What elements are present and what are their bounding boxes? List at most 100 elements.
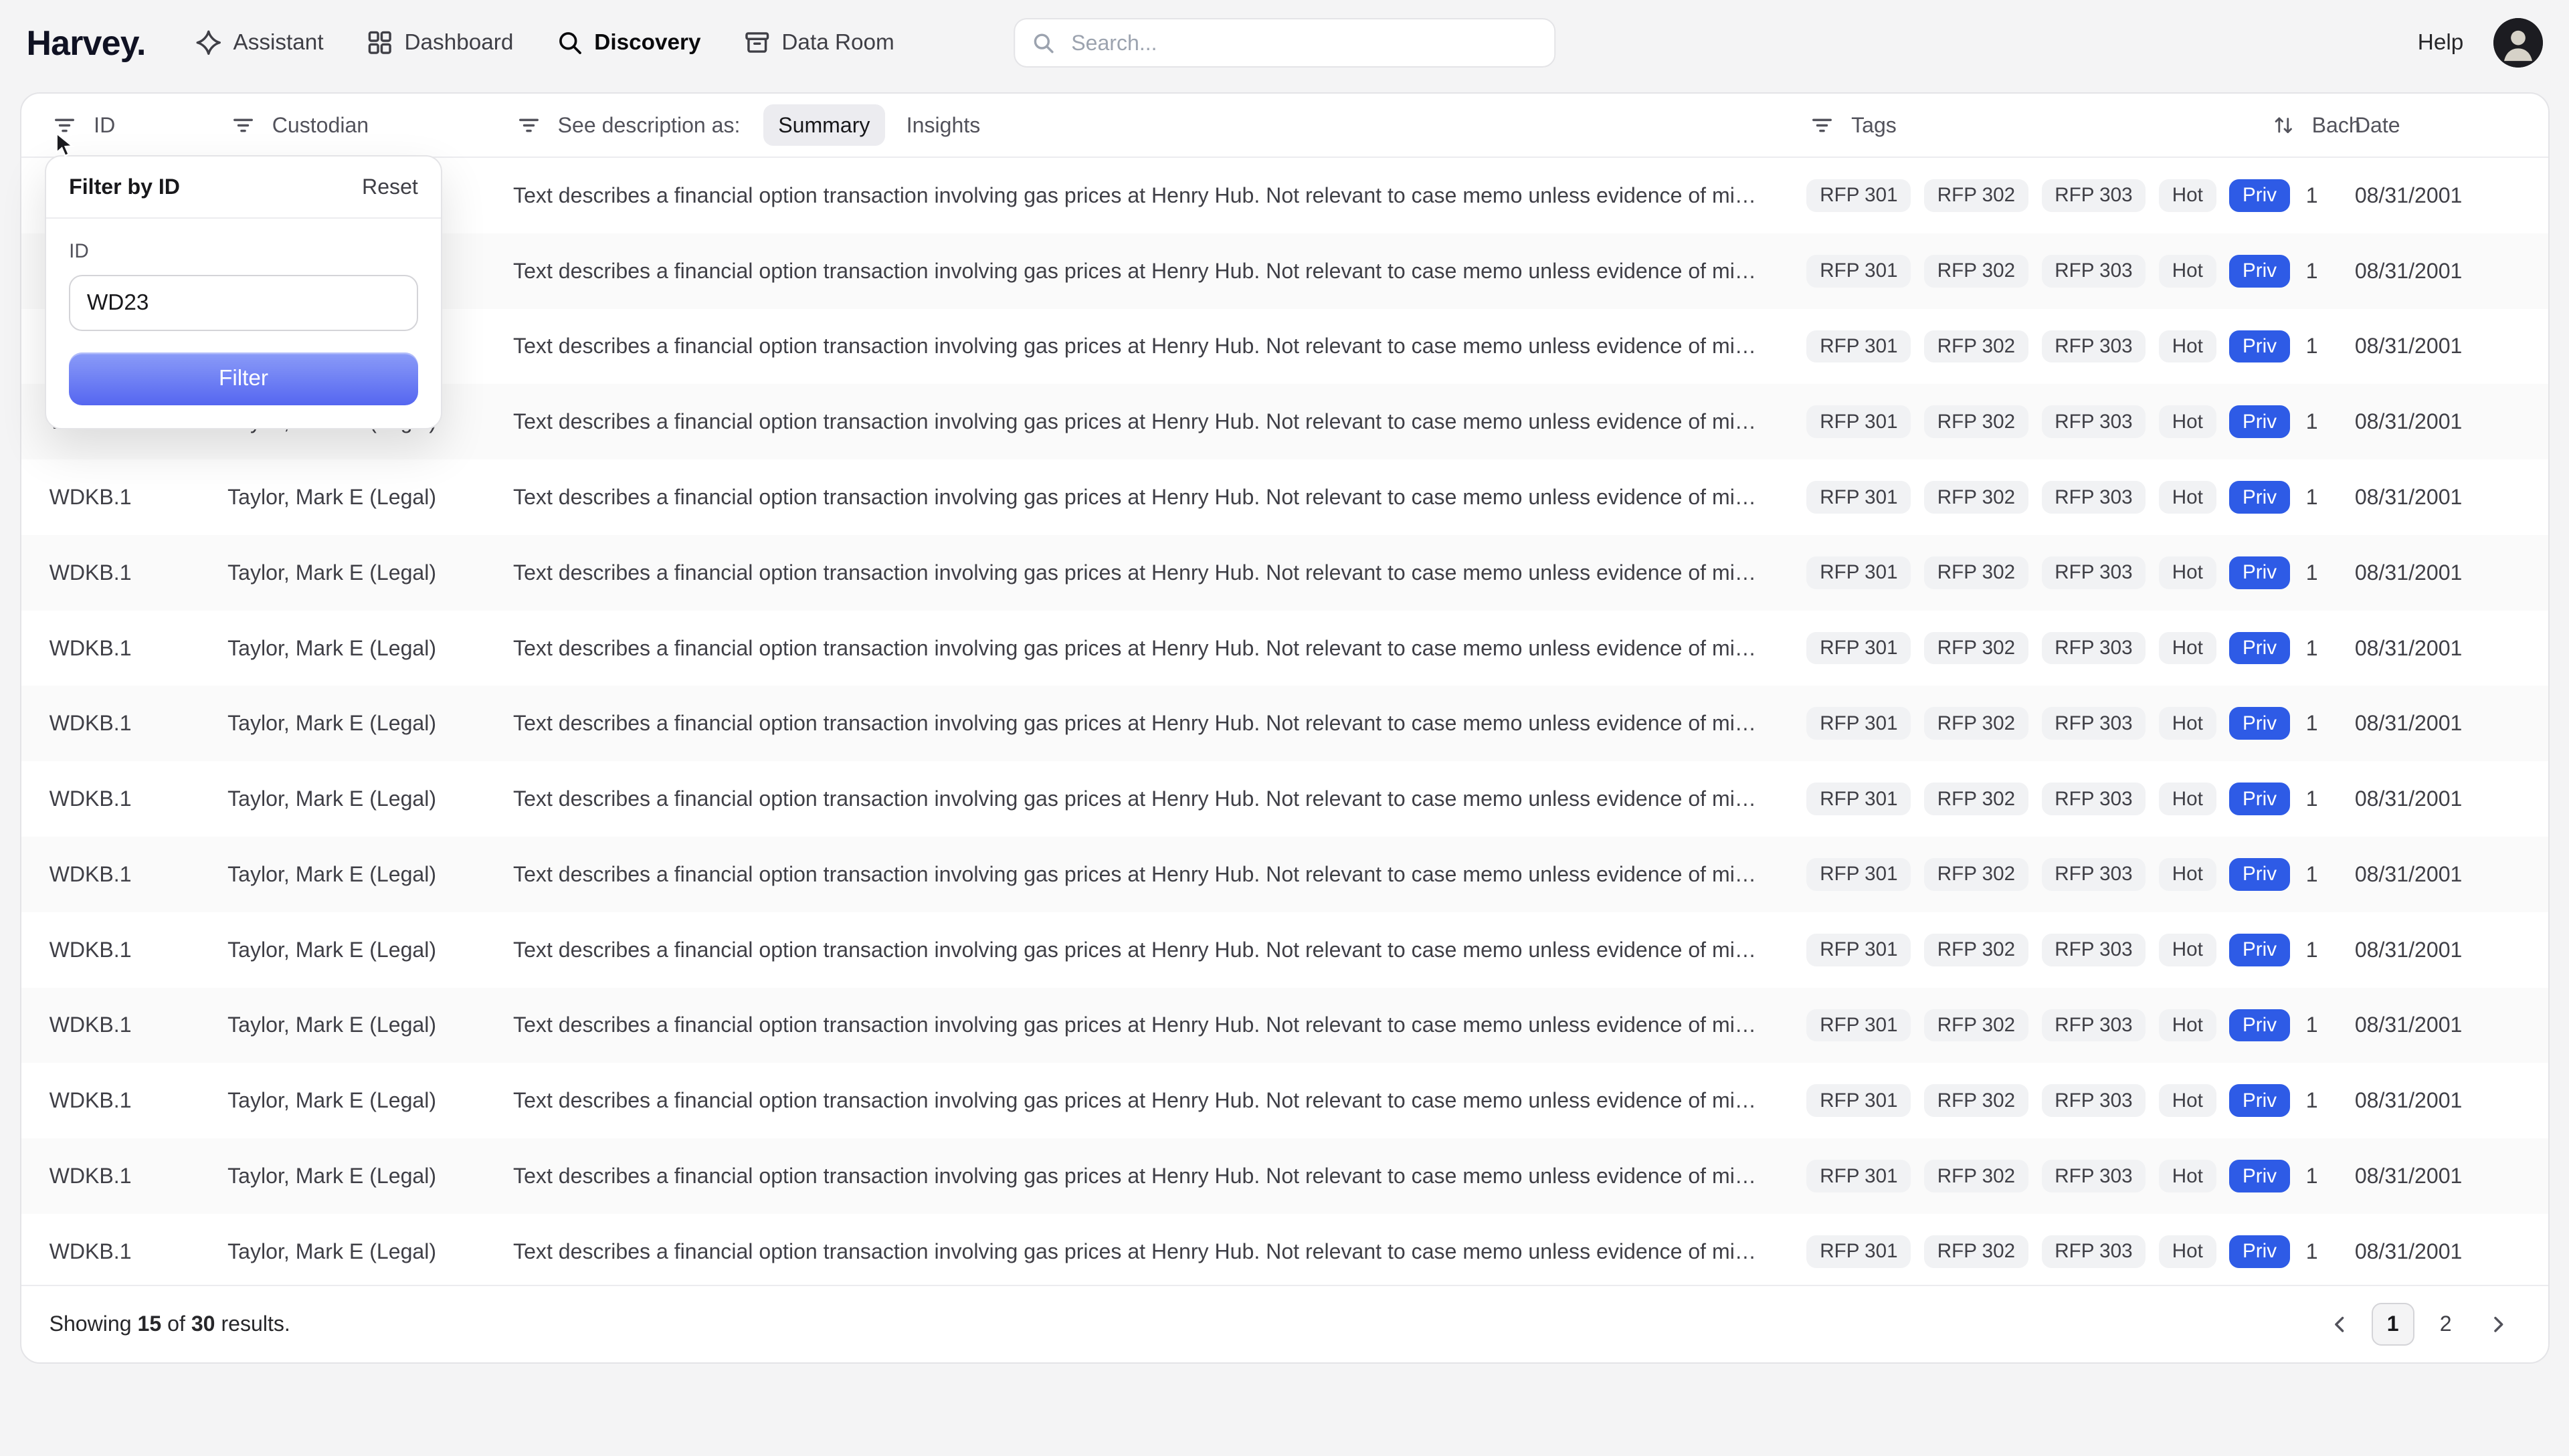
table-row[interactable]: WDKB.1Taylor, Mark E (Legal)Text describ…	[21, 761, 2548, 837]
cell-description: Text describes a financial option transa…	[513, 1239, 1806, 1264]
search-input[interactable]	[1068, 29, 1537, 57]
table-row[interactable]: WDKB.1Taylor, Mark E (Legal)Text describ…	[21, 1214, 2548, 1289]
tag-rfp-303: RFP 303	[2042, 556, 2146, 589]
tag-hot: Hot	[2159, 707, 2216, 740]
tag-rfp-302: RFP 302	[1924, 330, 2028, 363]
next-page-button[interactable]	[2477, 1303, 2519, 1346]
tag-rfp-301: RFP 301	[1806, 1084, 1911, 1117]
tag-hot: Hot	[2159, 405, 2216, 438]
cell-tags: RFP 301RFP 302RFP 303HotPriv	[1806, 405, 2269, 438]
cell-date: 08/31/2001	[2355, 259, 2520, 284]
column-header-custodian: Custodian	[227, 110, 513, 141]
cell-batch: 1	[2269, 485, 2355, 510]
cell-date: 08/31/2001	[2355, 862, 2520, 887]
tag-rfp-302: RFP 302	[1924, 707, 2028, 740]
tag-rfp-302: RFP 302	[1924, 632, 2028, 665]
column-label-date: Date	[2355, 113, 2400, 138]
cell-tags: RFP 301RFP 302RFP 303HotPriv	[1806, 179, 2269, 212]
filter-description-button[interactable]	[513, 110, 545, 141]
cell-batch: 1	[2269, 711, 2355, 736]
cell-tags: RFP 301RFP 302RFP 303HotPriv	[1806, 858, 2269, 891]
cell-tags: RFP 301RFP 302RFP 303HotPriv	[1806, 1009, 2269, 1042]
tag-rfp-303: RFP 303	[2042, 858, 2146, 891]
search-box	[1014, 18, 1555, 68]
cell-batch: 1	[2269, 409, 2355, 434]
table-row[interactable]: WDKB.1Taylor, Mark E (Legal)Text describ…	[21, 611, 2548, 686]
cell-date: 08/31/2001	[2355, 1088, 2520, 1113]
filter-id-button[interactable]	[50, 110, 81, 141]
search-icon	[557, 29, 583, 56]
table-row[interactable]: WDKB.1Taylor, Mark E (Legal)Text describ…	[21, 1063, 2548, 1138]
nav-item-data-room[interactable]: Data Room	[744, 29, 894, 56]
cell-batch: 1	[2269, 560, 2355, 585]
apply-filter-button[interactable]: Filter	[69, 352, 418, 405]
nav-label: Discovery	[594, 30, 700, 56]
cell-date: 08/31/2001	[2355, 636, 2520, 661]
results-count-prefix: Showing	[50, 1312, 132, 1336]
nav-item-dashboard[interactable]: Dashboard	[367, 29, 514, 56]
summary-toggle[interactable]: Summary	[763, 104, 885, 146]
cell-description: Text describes a financial option transa…	[513, 938, 1806, 962]
cell-custodian: Taylor, Mark E (Legal)	[227, 485, 513, 510]
nav-item-assistant[interactable]: Assistant	[195, 29, 324, 56]
search-icon	[1032, 31, 1055, 55]
tag-rfp-301: RFP 301	[1806, 707, 1911, 740]
cell-batch: 1	[2269, 787, 2355, 811]
filter-custodian-button[interactable]	[227, 110, 259, 141]
tag-hot: Hot	[2159, 1235, 2216, 1268]
cell-description: Text describes a financial option transa…	[513, 862, 1806, 887]
popover-title: Filter by ID	[69, 175, 180, 199]
column-header-date: Date	[2355, 113, 2520, 138]
cell-custodian: Taylor, Mark E (Legal)	[227, 711, 513, 736]
help-link[interactable]: Help	[2418, 30, 2463, 56]
column-label-description: See description as:	[558, 113, 741, 138]
table-row[interactable]: WDKB.1Taylor, Mark E (Legal)Text describ…	[21, 988, 2548, 1063]
prev-page-button[interactable]	[2319, 1303, 2362, 1346]
tag-rfp-302: RFP 302	[1924, 858, 2028, 891]
cell-batch: 1	[2269, 1164, 2355, 1188]
cell-tags: RFP 301RFP 302RFP 303HotPriv	[1806, 934, 2269, 966]
nav-item-discovery[interactable]: Discovery	[557, 29, 701, 56]
id-filter-input[interactable]	[69, 275, 418, 331]
tag-rfp-301: RFP 301	[1806, 481, 1911, 514]
table-row[interactable]: WDKB.1Taylor, Mark E (Legal)Text describ…	[21, 912, 2548, 988]
avatar[interactable]	[2493, 18, 2543, 68]
page-1-button[interactable]: 1	[2372, 1303, 2414, 1346]
tag-rfp-301: RFP 301	[1806, 858, 1911, 891]
cell-id: WDKB.1	[50, 1013, 228, 1037]
results-count: Showing 15 of 30 results.	[50, 1312, 290, 1336]
cell-description: Text describes a financial option transa…	[513, 259, 1806, 284]
nav-label: Data Room	[781, 30, 894, 56]
tag-rfp-301: RFP 301	[1806, 632, 1911, 665]
app: Harvey. Assistant Dashboard Discovery	[0, 0, 2569, 1456]
cell-id: WDKB.1	[50, 1239, 228, 1264]
logo[interactable]: Harvey.	[26, 23, 145, 63]
tag-rfp-303: RFP 303	[2042, 481, 2146, 514]
filter-tags-button[interactable]	[1806, 110, 1838, 141]
top-bar-right: Help	[2418, 18, 2543, 68]
reset-button[interactable]: Reset	[362, 175, 418, 199]
tag-rfp-303: RFP 303	[2042, 632, 2146, 665]
cell-id: WDKB.1	[50, 1164, 228, 1188]
table-row[interactable]: WDKB.1Taylor, Mark E (Legal)Text describ…	[21, 459, 2548, 535]
cell-description: Text describes a financial option transa…	[513, 1088, 1806, 1113]
tag-hot: Hot	[2159, 783, 2216, 815]
table-row[interactable]: WDKB.1Taylor, Mark E (Legal)Text describ…	[21, 837, 2548, 912]
tag-hot: Hot	[2159, 1160, 2216, 1192]
insights-toggle[interactable]: Insights	[892, 104, 995, 146]
cell-custodian: Taylor, Mark E (Legal)	[227, 1013, 513, 1037]
table-row[interactable]: WDKB.1Taylor, Mark E (Legal)Text describ…	[21, 1138, 2548, 1214]
sort-batch-button[interactable]	[2269, 110, 2299, 140]
tag-hot: Hot	[2159, 179, 2216, 212]
column-header-description: See description as: Summary Insights	[513, 104, 1806, 146]
page-2-button[interactable]: 2	[2424, 1303, 2467, 1346]
tag-rfp-302: RFP 302	[1924, 1009, 2028, 1042]
table-row[interactable]: WDKB.1Taylor, Mark E (Legal)Text describ…	[21, 535, 2548, 611]
cell-batch: 1	[2269, 334, 2355, 358]
cell-custodian: Taylor, Mark E (Legal)	[227, 862, 513, 887]
column-label-id: ID	[94, 113, 115, 138]
cell-description: Text describes a financial option transa…	[513, 560, 1806, 585]
table-row[interactable]: WDKB.1Taylor, Mark E (Legal)Text describ…	[21, 686, 2548, 761]
cell-date: 08/31/2001	[2355, 938, 2520, 962]
cell-batch: 1	[2269, 862, 2355, 887]
